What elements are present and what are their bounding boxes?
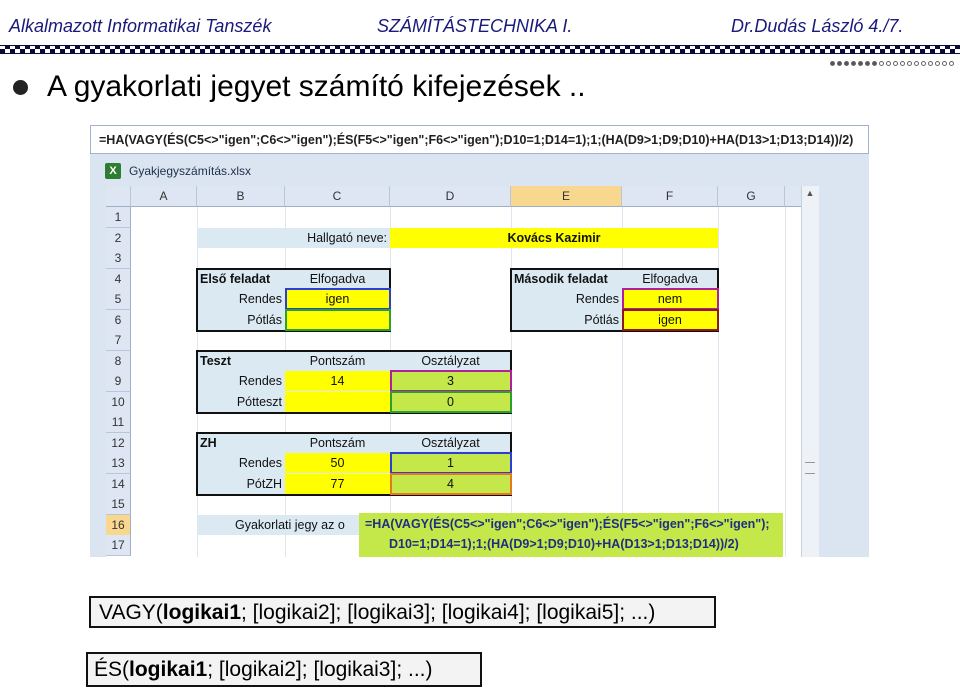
row-header[interactable]: 7 (106, 330, 131, 351)
row-header[interactable]: 13 (106, 453, 131, 474)
row-header[interactable]: 1 (106, 207, 131, 228)
row-header[interactable]: 4 (106, 268, 131, 290)
window-title: Gyakjegyszámítás.xlsx (129, 164, 252, 178)
row-header[interactable]: 16 (106, 514, 131, 536)
es-arg1: logikai1 (129, 658, 208, 681)
formula-edit-line2: D10=1;D14=1);1;(HA(D9>1;D9;D10)+HA(D13>1… (389, 537, 739, 551)
column-header-e[interactable]: E (511, 186, 622, 207)
vertical-scrollbar[interactable]: ▲ (801, 186, 819, 557)
row-header[interactable]: 8 (106, 350, 131, 372)
header-divider-pattern (0, 49, 960, 53)
bullet-icon (13, 80, 28, 95)
vagy-syntax: VAGY(logikai1; [logikai2]; [logikai3]; [… (89, 596, 716, 628)
vagy-func-name: VAGY( (99, 601, 163, 624)
row-header[interactable]: 2 (106, 227, 131, 249)
row-header[interactable]: 14 (106, 473, 131, 495)
row-header[interactable]: 6 (106, 309, 131, 331)
row-header[interactable]: 3 (106, 248, 131, 269)
column-header-c[interactable]: C (285, 186, 390, 207)
column-header-g[interactable]: G (718, 186, 785, 207)
formula-edit-line1: =HA(VAGY(ÉS(C5<>"igen";C6<>"igen");ÉS(F5… (365, 517, 770, 531)
slide-header: Alkalmazott Informatikai Tanszék SZÁMÍTÁ… (0, 0, 960, 48)
row-header[interactable]: 10 (106, 391, 131, 413)
column-header-a[interactable]: A (131, 186, 197, 207)
column-header-f[interactable]: F (622, 186, 718, 207)
es-func-name: ÉS( (94, 658, 130, 681)
column-header-d[interactable]: D (390, 186, 511, 207)
slide-title: A gyakorlati jegyet számító kifejezések … (47, 70, 586, 103)
excel-file-icon: X (105, 163, 121, 179)
header-author-page: Dr.Dudás László 4./7. (731, 16, 904, 36)
cell-formula-edit[interactable]: =HA(VAGY(ÉS(C5<>"igen";C6<>"igen");ÉS(F5… (359, 513, 783, 557)
student-name-cell[interactable]: Kovács Kazimir (390, 227, 718, 248)
row-header[interactable]: 15 (106, 494, 131, 515)
select-all-corner[interactable] (106, 186, 131, 207)
student-label-cell[interactable]: Hallgató neve: (197, 227, 390, 248)
es-syntax: ÉS(logikai1; [logikai2]; [logikai3]; ...… (86, 652, 482, 687)
column-header-rest (785, 186, 801, 207)
row-header[interactable]: 9 (106, 371, 131, 392)
es-other-args: ; [logikai2]; [logikai3]; ...) (207, 658, 433, 681)
formula-bar-text: =HA(VAGY(ÉS(C5<>"igen";C6<>"igen");ÉS(F5… (99, 133, 854, 147)
scroll-up-icon[interactable]: ▲ (804, 188, 816, 200)
spreadsheet-grid[interactable]: A B C D E F G 1 2 3 4 5 6 7 8 9 10 11 12… (106, 186, 819, 557)
column-header-b[interactable]: B (197, 186, 285, 207)
row-header[interactable]: 17 (106, 535, 131, 556)
progress-dots (830, 61, 954, 67)
row-header[interactable]: 5 (106, 289, 131, 310)
header-department: Alkalmazott Informatikai Tanszék (9, 16, 272, 36)
row-header[interactable]: 12 (106, 432, 131, 454)
scroll-thumb[interactable] (805, 462, 815, 474)
row-header[interactable]: 11 (106, 412, 131, 433)
header-course: SZÁMÍTÁSTECHNIKA I. (377, 16, 573, 36)
formula-bar[interactable]: =HA(VAGY(ÉS(C5<>"igen";C6<>"igen");ÉS(F5… (90, 125, 869, 154)
vagy-arg1: logikai1 (162, 601, 241, 624)
excel-screenshot: =HA(VAGY(ÉS(C5<>"igen";C6<>"igen");ÉS(F5… (90, 125, 869, 557)
vagy-other-args: ; [logikai2]; [logikai3]; [logikai4]; [l… (241, 601, 656, 624)
